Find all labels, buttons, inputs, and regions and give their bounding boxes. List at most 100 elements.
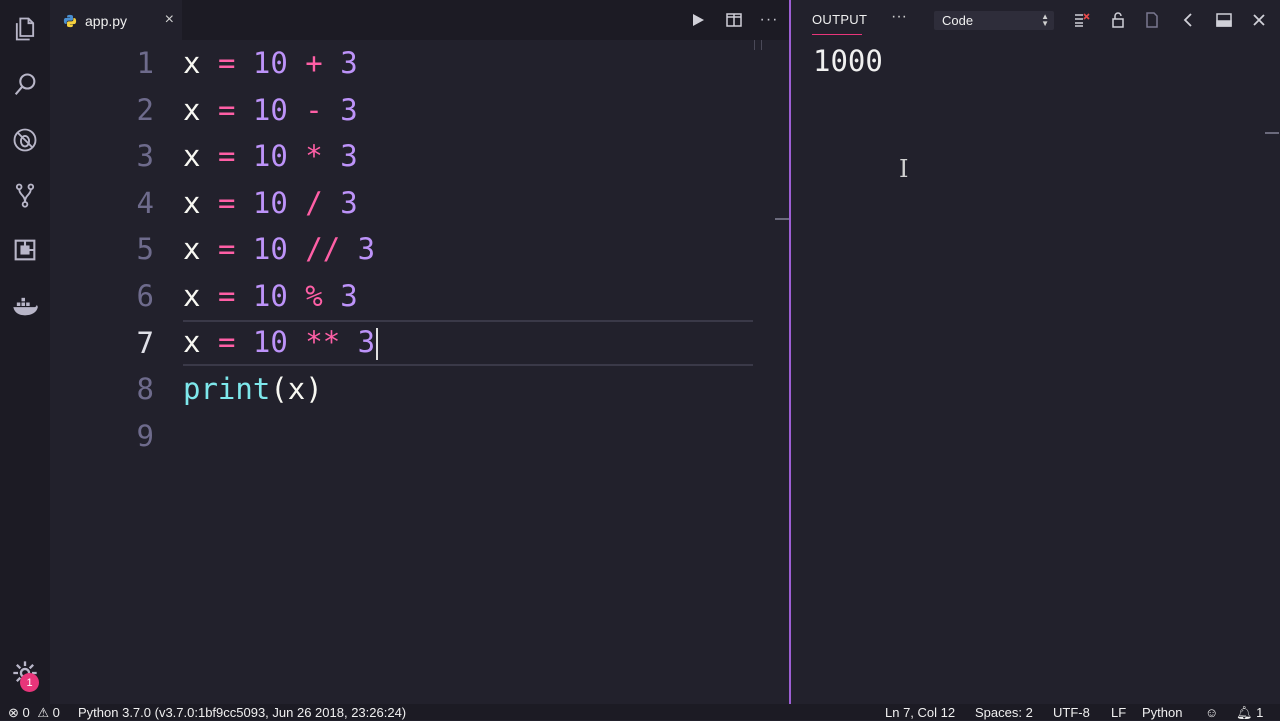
activity-bar: 1 [0,0,50,704]
code-token: 10 [252,46,288,80]
more-actions-button[interactable]: ··· [759,10,779,30]
code-token: 3 [357,325,376,360]
clear-output-button[interactable] [1073,11,1091,29]
code-token: = [217,232,236,267]
code-line[interactable]: 3x = 10 * 3 [50,133,753,179]
open-log-button[interactable] [1143,11,1161,29]
code-token: 3 [357,232,376,267]
code-token: // [305,232,341,267]
select-arrows-icon: ▲ ▼ [1041,12,1049,28]
python-interpreter[interactable]: Python 3.7.0 (v3.7.0:1bf9cc5093, Jun 26 … [78,704,406,720]
code-token: 10 [252,279,288,313]
explorer-icon[interactable] [8,12,42,46]
line-number: 4 [136,185,154,220]
line-number: 8 [136,372,154,407]
code-token: % [305,279,323,313]
python-file-icon [63,14,77,28]
tab-close-button[interactable]: × [165,11,174,29]
code-line[interactable]: 6x = 10 % 3 [50,273,753,319]
source-control-icon[interactable] [8,178,42,212]
clear-output-icon [1075,13,1090,27]
tab-label: app.py [85,13,128,29]
code-token: = [217,46,236,80]
code-token: + [305,46,323,80]
code-token: x [183,325,201,360]
play-icon [693,14,704,26]
output-channel-select[interactable]: Code ▲ ▼ [934,11,1054,30]
code-token: ) [305,372,323,407]
encoding[interactable]: UTF-8 [1053,704,1090,720]
code-token: 10 [252,185,288,220]
code-line[interactable]: 8 print(x) [50,366,753,412]
code-line[interactable]: 2x = 10 - 3 [50,87,753,133]
code-token: * [305,139,323,174]
collapse-button[interactable] [1179,11,1197,29]
end-of-line[interactable]: LF [1111,704,1126,720]
line-number: 7 [136,325,154,360]
panel-more-button[interactable]: ··· [891,8,907,26]
output-content[interactable]: 1000 [813,44,883,78]
run-button[interactable] [688,10,708,30]
search-icon[interactable] [8,68,42,102]
indentation[interactable]: Spaces: 2 [975,704,1033,720]
code-token: = [217,92,236,127]
docker-icon[interactable] [8,289,42,323]
code-token: 3 [340,46,358,80]
debug-icon[interactable] [8,123,42,157]
code-token: x [287,372,306,407]
lock-scroll-button[interactable] [1109,11,1127,29]
notifications[interactable]: 🔔︎ 1 [1236,704,1263,720]
status-bar: ⊗ 0 ⚠ 0 Python 3.7.0 (v3.7.0:1bf9cc5093,… [0,704,1280,720]
code-line[interactable]: 1x = 10 + 3 [50,40,753,86]
line-text: print(x) [183,372,323,406]
cursor-position[interactable]: Ln 7, Col 12 [885,704,955,720]
line-number: 5 [136,232,154,267]
code-token: x [183,46,201,80]
code-line[interactable]: 4x = 10 / 3 [50,180,753,226]
tab-output[interactable]: OUTPUT [812,12,867,27]
code-token: = [217,185,236,220]
bell-icon: 🔔︎ [1236,705,1253,720]
panel-scroll-marker [1265,132,1279,134]
line-text: x = 10 + 3 [183,46,358,80]
editor-scroll-marker [775,218,790,220]
close-panel-button[interactable] [1250,11,1268,29]
split-editor-button[interactable] [724,10,744,30]
error-icon: ⊗ [8,705,19,720]
code-editor[interactable]: 1x = 10 + 32x = 10 - 33x = 10 * 34x = 10… [50,40,790,700]
lock-icon [1112,12,1124,28]
problems-indicator[interactable]: ⊗ 0 ⚠ 0 [8,704,60,720]
line-number: 6 [136,279,154,313]
feedback-smiley-icon[interactable]: ☺ [1205,704,1218,720]
line-number: 2 [136,92,154,127]
line-text: x = 10 // 3 [183,232,375,266]
code-line[interactable]: 9 [50,413,753,459]
document-icon [1146,12,1158,28]
code-line[interactable]: 7x = 10 ** 3 [137,319,753,366]
output-channel-value: Code [942,13,974,28]
language-mode[interactable]: Python [1142,704,1182,720]
maximize-panel-button[interactable] [1215,11,1233,29]
panel-header: OUTPUT ··· Code ▲ ▼ [791,0,1280,40]
code-token: = [217,139,236,174]
chevron-left-icon [1183,13,1192,27]
line-number: 1 [136,46,154,80]
extensions-icon[interactable] [8,233,42,267]
tab-app-py[interactable]: app.py × [50,0,182,41]
code-line[interactable]: 5 x = 10 // 3 [50,226,753,272]
